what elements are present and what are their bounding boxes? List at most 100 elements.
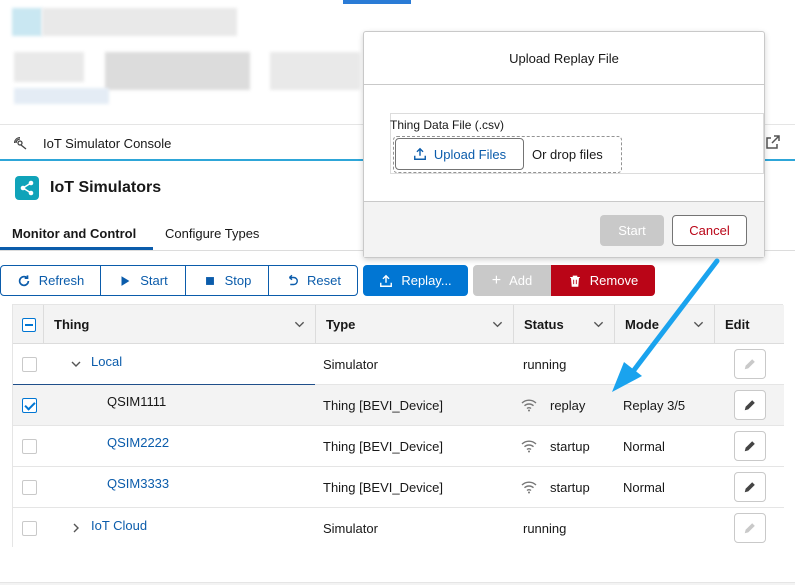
- blurred-block: [270, 52, 360, 90]
- blurred-block: [105, 52, 250, 90]
- type-cell: Thing [BEVI_Device]: [323, 479, 443, 495]
- column-label: Mode: [625, 317, 659, 332]
- pencil-icon: [744, 400, 755, 411]
- start-button[interactable]: Start: [100, 265, 186, 296]
- upload-icon: [413, 147, 426, 160]
- row-checkbox[interactable]: [22, 521, 37, 536]
- header-active-indicator: [343, 0, 411, 4]
- column-header-status[interactable]: Status: [513, 305, 614, 344]
- edit-button[interactable]: [734, 472, 766, 502]
- edit-button[interactable]: [734, 431, 766, 461]
- stop-button[interactable]: Stop: [185, 265, 269, 296]
- wifi-icon: [521, 440, 537, 453]
- column-label: Thing: [54, 317, 90, 332]
- reset-button[interactable]: Reset: [268, 265, 358, 296]
- chevron-down-icon[interactable]: [593, 319, 604, 330]
- row-checkbox[interactable]: [22, 439, 37, 454]
- console-title: IoT Simulator Console: [43, 136, 172, 151]
- pencil-icon: [744, 359, 755, 370]
- status-cell: startup: [550, 438, 590, 454]
- edit-button[interactable]: [734, 513, 766, 543]
- tab-monitor-and-control[interactable]: Monitor and Control: [12, 226, 136, 241]
- mode-cell: Replay 3/5: [623, 397, 686, 413]
- remove-label: Remove: [589, 273, 639, 288]
- column-label: Edit: [725, 317, 750, 332]
- simulators-table: Thing Type Status Mode Edit Local Simula…: [12, 304, 784, 549]
- column-header-edit: Edit: [714, 305, 784, 344]
- tab-configure-types[interactable]: Configure Types: [165, 226, 259, 241]
- network-nodes-icon: [20, 180, 34, 196]
- thing-name[interactable]: Local: [91, 341, 122, 381]
- thing-name[interactable]: IoT Cloud: [91, 505, 147, 545]
- chevron-down-icon[interactable]: [294, 319, 305, 330]
- chevron-down-icon[interactable]: [693, 319, 704, 330]
- refresh-label: Refresh: [38, 273, 85, 288]
- select-all-checkbox[interactable]: [22, 318, 36, 332]
- status-cell: running: [523, 520, 567, 536]
- modal-body: Thing Data File (.csv) Upload Files Or d…: [364, 85, 764, 202]
- replay-button[interactable]: Replay...: [363, 265, 468, 296]
- pencil-icon: [744, 482, 755, 493]
- upload-files-label: Upload Files: [433, 146, 507, 162]
- row-checkbox[interactable]: [22, 480, 37, 495]
- type-cell: Simulator: [323, 356, 378, 372]
- column-header-mode[interactable]: Mode: [614, 305, 714, 344]
- reset-label: Reset: [307, 273, 341, 288]
- status-cell: replay: [550, 397, 586, 413]
- column-label: Status: [524, 317, 564, 332]
- table-row[interactable]: QSIM3333 Thing [BEVI_Device] startup Nor…: [13, 467, 784, 508]
- modal-title: Upload Replay File: [364, 32, 764, 85]
- chevron-down-icon[interactable]: [70, 358, 82, 370]
- popout-icon[interactable]: [765, 134, 781, 150]
- stop-icon: [205, 276, 214, 285]
- add-button[interactable]: + Add: [473, 265, 551, 296]
- blurred-block: [14, 52, 84, 82]
- edit-button[interactable]: [734, 349, 766, 379]
- status-cell: startup: [550, 479, 590, 495]
- type-cell: Thing [BEVI_Device]: [323, 397, 443, 413]
- remove-button[interactable]: Remove: [551, 265, 655, 296]
- blurred-logo: [12, 8, 42, 36]
- table-row[interactable]: QSIM1111 Thing [BEVI_Device] replay Repl…: [13, 385, 784, 426]
- modal-footer: Start Cancel: [364, 201, 764, 257]
- row-checkbox-checked[interactable]: [22, 398, 37, 413]
- modal-start-button[interactable]: Start: [600, 215, 664, 246]
- column-header-thing[interactable]: Thing: [43, 305, 315, 344]
- column-header-type[interactable]: Type: [315, 305, 513, 344]
- undo-icon: [288, 274, 298, 285]
- file-field-label: Thing Data File (.csv): [390, 118, 505, 132]
- upload-icon: [380, 274, 393, 287]
- mode-cell: Normal: [623, 438, 665, 454]
- replay-label: Replay...: [401, 273, 452, 288]
- modal-cancel-button[interactable]: Cancel: [672, 215, 747, 246]
- column-label: Type: [326, 317, 356, 332]
- table-row[interactable]: IoT Cloud Simulator running: [13, 508, 784, 549]
- drop-files-text: Or drop files: [532, 147, 603, 162]
- start-label: Start: [140, 273, 168, 288]
- play-icon: [121, 275, 130, 286]
- thing-name[interactable]: QSIM1111: [107, 381, 166, 421]
- chevron-down-icon[interactable]: [492, 319, 503, 330]
- upload-files-button[interactable]: Upload Files: [395, 138, 524, 170]
- table-row[interactable]: QSIM2222 Thing [BEVI_Device] startup Nor…: [13, 426, 784, 467]
- blurred-block: [14, 88, 109, 104]
- stop-label: Stop: [224, 273, 252, 288]
- wifi-icon: [521, 481, 537, 494]
- row-checkbox[interactable]: [22, 357, 37, 372]
- page-title: IoT Simulators: [50, 179, 162, 196]
- pencil-icon: [744, 441, 755, 452]
- type-cell: Simulator: [323, 520, 378, 536]
- add-label: Add: [509, 273, 533, 288]
- thing-name[interactable]: QSIM2222: [107, 422, 169, 462]
- app-icon: [15, 176, 39, 200]
- plus-icon: +: [491, 271, 502, 289]
- wifi-icon: [521, 399, 537, 412]
- chevron-right-icon[interactable]: [70, 522, 82, 534]
- simulator-signal-icon: [14, 136, 27, 150]
- refresh-button[interactable]: Refresh: [0, 265, 101, 296]
- header-select-cell: [13, 305, 43, 344]
- edit-button[interactable]: [734, 390, 766, 420]
- thing-name[interactable]: QSIM3333: [107, 463, 169, 503]
- table-row[interactable]: Local Simulator running: [13, 344, 784, 385]
- type-cell: Thing [BEVI_Device]: [323, 438, 443, 454]
